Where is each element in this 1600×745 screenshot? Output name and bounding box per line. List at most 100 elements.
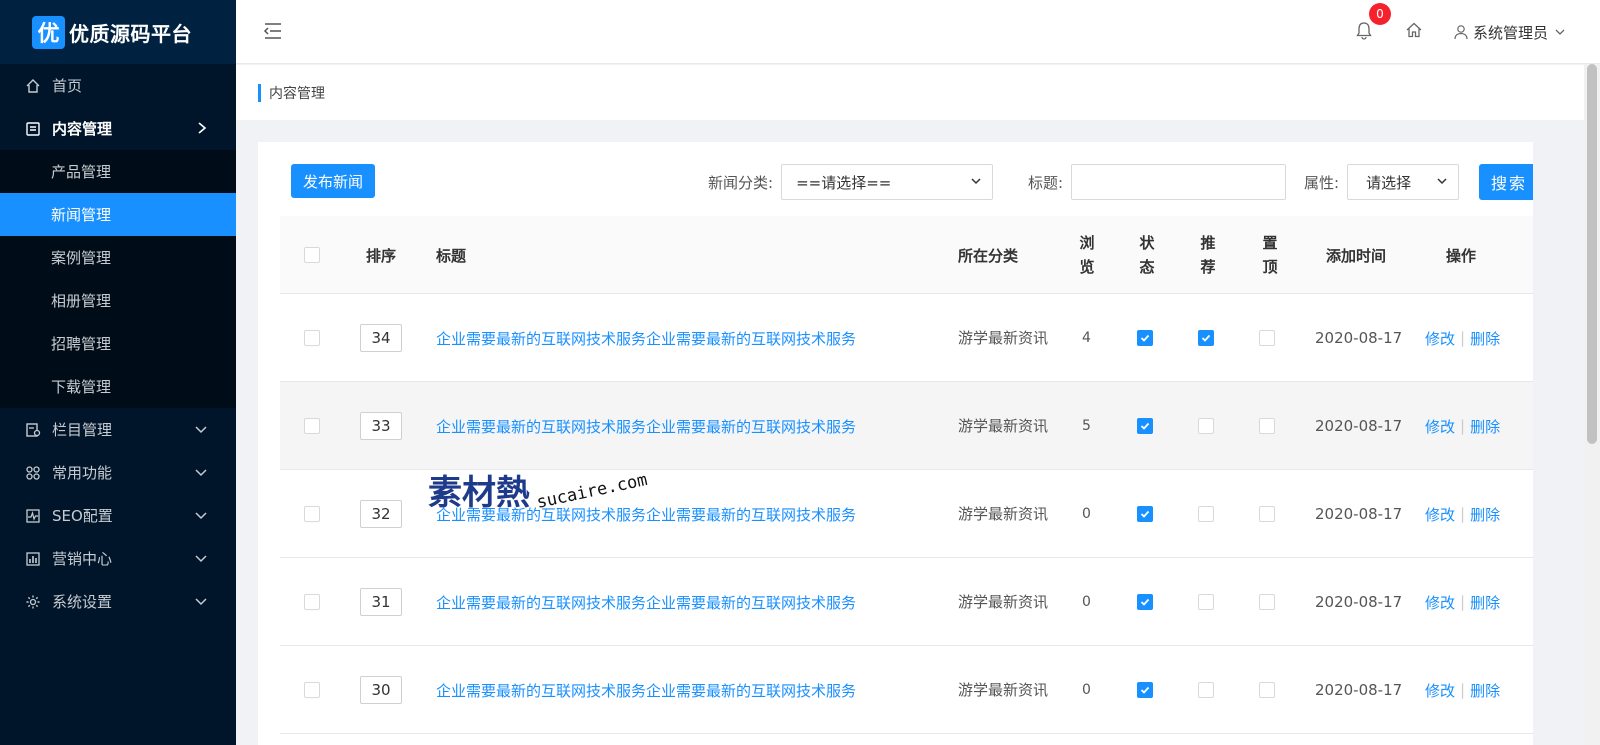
sidebar-item-common[interactable]: 常用功能 — [0, 451, 236, 494]
scrollbar-thumb[interactable] — [1587, 64, 1597, 444]
row-date-cell: 2020-08-17 — [1315, 646, 1402, 734]
top-checkbox[interactable] — [1259, 418, 1275, 434]
top-checkbox[interactable] — [1259, 506, 1275, 522]
sidebar-item-products[interactable]: 产品管理 — [0, 150, 236, 193]
row-select-checkbox[interactable] — [304, 506, 320, 522]
news-title-link[interactable]: 企业需要最新的互联网技术服务企业需要最新的互联网技术服务 — [436, 680, 856, 701]
recommend-checkbox[interactable] — [1198, 594, 1214, 610]
header-recommend-1: 推 — [1200, 234, 1216, 252]
sort-order-input[interactable] — [360, 412, 402, 440]
check-icon — [1140, 334, 1150, 342]
row-views-cell: 4 — [1082, 294, 1091, 382]
sidebar-item-marketing[interactable]: 营销中心 — [0, 537, 236, 580]
sidebar-item-downloads[interactable]: 下载管理 — [0, 365, 236, 408]
row-top-cell — [1259, 558, 1275, 646]
sidebar-item-columns[interactable]: 栏目管理 — [0, 408, 236, 451]
news-title-link[interactable]: 企业需要最新的互联网技术服务企业需要最新的互联网技术服务 — [436, 416, 856, 437]
status-checkbox[interactable] — [1137, 418, 1153, 434]
row-status-cell — [1137, 294, 1153, 382]
row-title-cell: 企业需要最新的互联网技术服务企业需要最新的互联网技术服务 — [436, 558, 856, 646]
sort-order-input[interactable] — [360, 324, 402, 352]
edit-link[interactable]: 修改 — [1425, 416, 1455, 437]
row-ops-cell: 修改 | 删除 — [1425, 646, 1500, 734]
added-date: 2020-08-17 — [1315, 329, 1403, 347]
select-all-checkbox[interactable] — [304, 247, 320, 263]
menu-fold-icon[interactable] — [262, 20, 284, 42]
user-menu[interactable]: 系统管理员 — [1453, 22, 1570, 43]
sidebar-item-seo[interactable]: SEO配置 — [0, 494, 236, 537]
sidebar-item-settings[interactable]: 系统设置 — [0, 580, 236, 623]
sidebar-item-content[interactable]: 内容管理 — [0, 107, 236, 150]
status-checkbox[interactable] — [1137, 682, 1153, 698]
row-views-cell: 0 — [1082, 646, 1091, 734]
row-select-checkbox[interactable] — [304, 418, 320, 434]
bar-chart-icon — [24, 550, 42, 568]
sort-order-input[interactable] — [360, 676, 402, 704]
row-select-checkbox[interactable] — [304, 330, 320, 346]
top-checkbox[interactable] — [1259, 330, 1275, 346]
status-checkbox[interactable] — [1137, 506, 1153, 522]
sort-order-input[interactable] — [360, 500, 402, 528]
added-date: 2020-08-17 — [1315, 593, 1403, 611]
page-scrollbar[interactable] — [1584, 64, 1600, 745]
recommend-checkbox[interactable] — [1198, 418, 1214, 434]
news-category: 游学最新资讯 — [958, 681, 1049, 699]
home-icon — [24, 77, 42, 95]
breadcrumb-current[interactable]: 内容管理 — [269, 83, 325, 103]
delete-link[interactable]: 删除 — [1470, 504, 1500, 525]
edit-link[interactable]: 修改 — [1425, 680, 1455, 701]
row-ops-cell: 修改 | 删除 — [1425, 382, 1500, 470]
edit-link[interactable]: 修改 — [1425, 592, 1455, 613]
table-row: 企业需要最新的互联网技术服务企业需要最新的互联网技术服务 游学最新资讯 0 20… — [280, 646, 1533, 734]
category-select[interactable]: ==请选择== — [781, 164, 994, 200]
row-recommend-cell — [1198, 294, 1214, 382]
attribute-select[interactable]: 请选择 — [1347, 164, 1460, 200]
delete-link[interactable]: 删除 — [1470, 592, 1500, 613]
logo[interactable]: 优 优质源码平台 — [0, 0, 236, 64]
delete-link[interactable]: 删除 — [1470, 680, 1500, 701]
sort-order-input[interactable] — [360, 588, 402, 616]
attribute-filter: 属性: 请选择 — [1304, 164, 1460, 200]
news-title-link[interactable]: 企业需要最新的互联网技术服务企业需要最新的互联网技术服务 — [436, 592, 856, 613]
sidebar-item-cases[interactable]: 案例管理 — [0, 236, 236, 279]
news-table: 排序 标题 所在分类 浏 览 状 态 推 荐 置 顶 添加时间 操作 34 企业… — [280, 216, 1533, 734]
chevron-right-icon — [196, 121, 208, 139]
delete-link[interactable]: 删除 — [1470, 416, 1500, 437]
row-sort-cell — [360, 558, 402, 646]
notification-bell[interactable]: 0 — [1355, 3, 1391, 43]
chevron-down-icon — [1437, 178, 1447, 185]
sidebar-item-home[interactable]: 首页 — [0, 64, 236, 107]
news-title-link[interactable]: 企业需要最新的互联网技术服务企业需要最新的互联网技术服务 — [436, 504, 856, 525]
breadcrumb-accent — [258, 83, 261, 102]
chart-line-icon — [24, 507, 42, 525]
header-home-button[interactable] — [1405, 21, 1427, 43]
status-checkbox[interactable] — [1137, 330, 1153, 346]
news-title-link[interactable]: 企业需要最新的互联网技术服务企业需要最新的互联网技术服务 — [436, 328, 856, 349]
sidebar-item-jobs[interactable]: 招聘管理 — [0, 322, 236, 365]
row-recommend-cell — [1198, 558, 1214, 646]
sidebar-item-label: 常用功能 — [52, 464, 113, 482]
sidebar-item-news[interactable]: 新闻管理 — [0, 193, 236, 236]
delete-link[interactable]: 删除 — [1470, 328, 1500, 349]
header-sort[interactable]: 排序 — [366, 216, 396, 294]
recommend-checkbox[interactable] — [1198, 682, 1214, 698]
edit-link[interactable]: 修改 — [1425, 504, 1455, 525]
check-icon — [1201, 334, 1211, 342]
row-recommend-cell — [1198, 382, 1214, 470]
row-category-cell: 游学最新资讯 — [958, 294, 1048, 382]
search-button[interactable]: 搜索 — [1479, 164, 1533, 200]
edit-link[interactable]: 修改 — [1425, 328, 1455, 349]
category-filter: 新闻分类: ==请选择== — [708, 164, 994, 200]
publish-news-button[interactable]: 发布新闻 — [291, 164, 376, 198]
recommend-checkbox[interactable] — [1198, 330, 1214, 346]
top-checkbox[interactable] — [1259, 682, 1275, 698]
top-checkbox[interactable] — [1259, 594, 1275, 610]
recommend-checkbox[interactable] — [1198, 506, 1214, 522]
sidebar-item-albums[interactable]: 相册管理 — [0, 279, 236, 322]
logo-text: 优质源码平台 — [69, 21, 192, 46]
row-select-checkbox[interactable] — [304, 682, 320, 698]
row-select-checkbox[interactable] — [304, 594, 320, 610]
title-input[interactable] — [1071, 164, 1287, 200]
status-checkbox[interactable] — [1137, 594, 1153, 610]
toolbar: 发布新闻 新闻分类: ==请选择== 标题: 属性: 请选择 搜索 — [258, 142, 1533, 216]
